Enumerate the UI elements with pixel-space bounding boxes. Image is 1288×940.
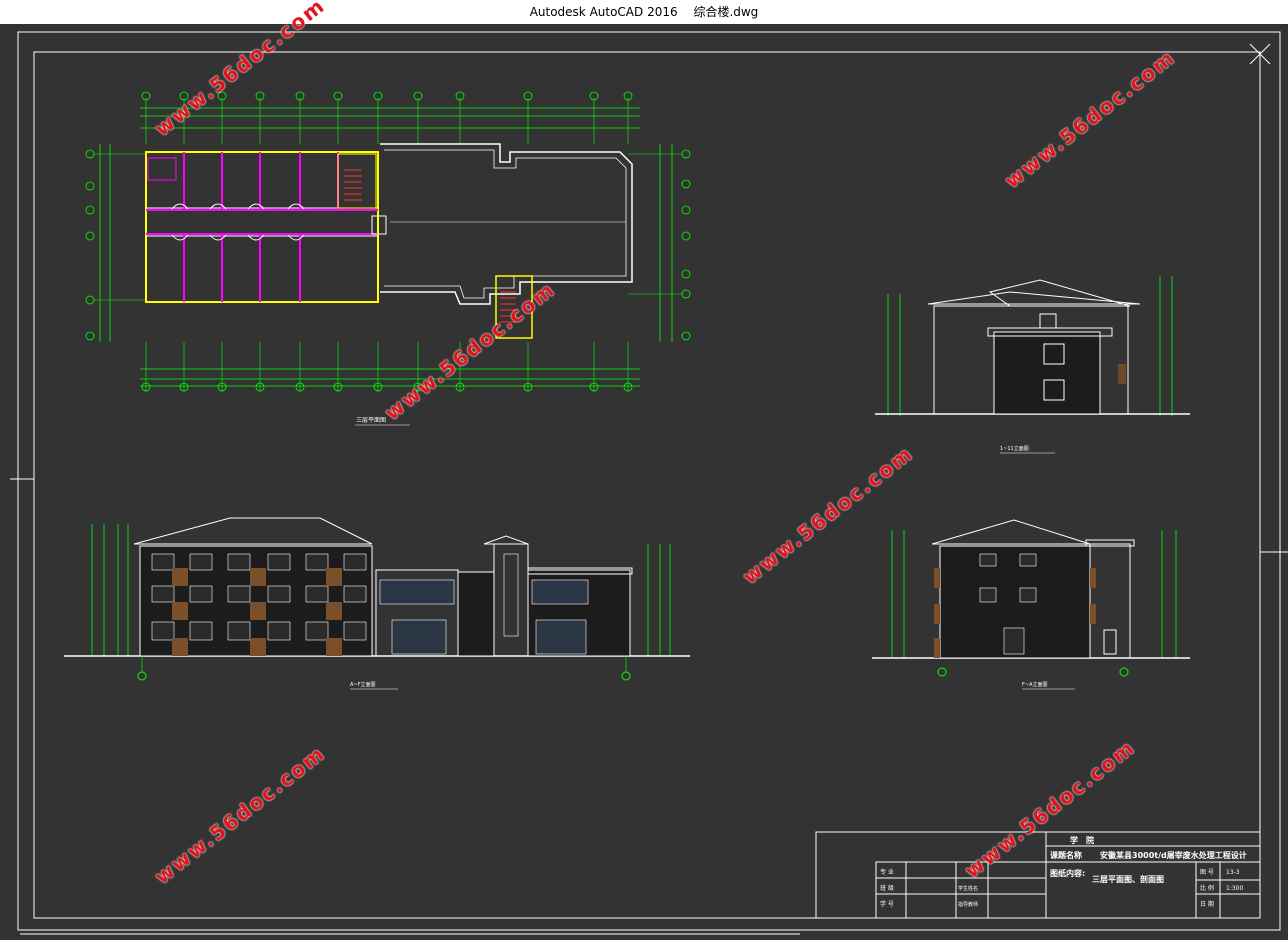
tb-content-label: 图纸内容: <box>1050 868 1085 878</box>
elevation1-caption: 1~11立面图 <box>1000 445 1029 452</box>
tb-project: 安徽某县3000t/d屠宰废水处理工程设计 <box>1100 850 1247 860</box>
elevation-right-top <box>875 276 1190 416</box>
cad-drawing: 三层平面图 1~11立面图 A~F立面图 F~A立面图 学 院 课题名称 安徽某… <box>10 31 1288 935</box>
elevation2-caption: A~F立面图 <box>350 681 376 688</box>
tb-right-label-2: 比 例 <box>1200 884 1214 892</box>
plan-walls <box>145 143 633 339</box>
tb-content: 三层平面图、剖面图 <box>1092 874 1164 884</box>
file-title: 综合楼.dwg <box>693 5 759 19</box>
tb-left-row-3: 学 号 <box>880 900 894 908</box>
drawing-canvas[interactable]: 三层平面图 1~11立面图 A~F立面图 F~A立面图 学 院 课题名称 安徽某… <box>0 0 1288 940</box>
tb-mid-row-2: 指导教师 <box>958 901 978 908</box>
tb-left-row-2: 班 级 <box>880 884 894 892</box>
tb-left-row-1: 专 业 <box>880 868 894 876</box>
outer-frame <box>17 31 1281 931</box>
tb-right-label-3: 日 期 <box>1200 900 1214 908</box>
tb-right-label-1: 图 号 <box>1200 869 1214 876</box>
elevation-main <box>64 517 690 681</box>
floor-plan <box>85 91 691 392</box>
tb-right-value-2: 1:300 <box>1226 885 1243 892</box>
plan-caption: 三层平面图 <box>356 417 386 424</box>
tb-right-value-1: 13-3 <box>1226 869 1240 876</box>
tb-project-label: 课题名称 <box>1050 850 1082 860</box>
tb-mid-row-1: 学生姓名 <box>958 885 978 892</box>
app-title: Autodesk AutoCAD 2016 <box>529 5 678 19</box>
tb-school: 学 院 <box>1070 835 1094 845</box>
elevation-right-bottom <box>872 519 1190 677</box>
window-title-bar: Autodesk AutoCAD 2016 综合楼.dwg <box>0 0 1288 25</box>
elevation3-caption: F~A立面图 <box>1022 681 1048 688</box>
